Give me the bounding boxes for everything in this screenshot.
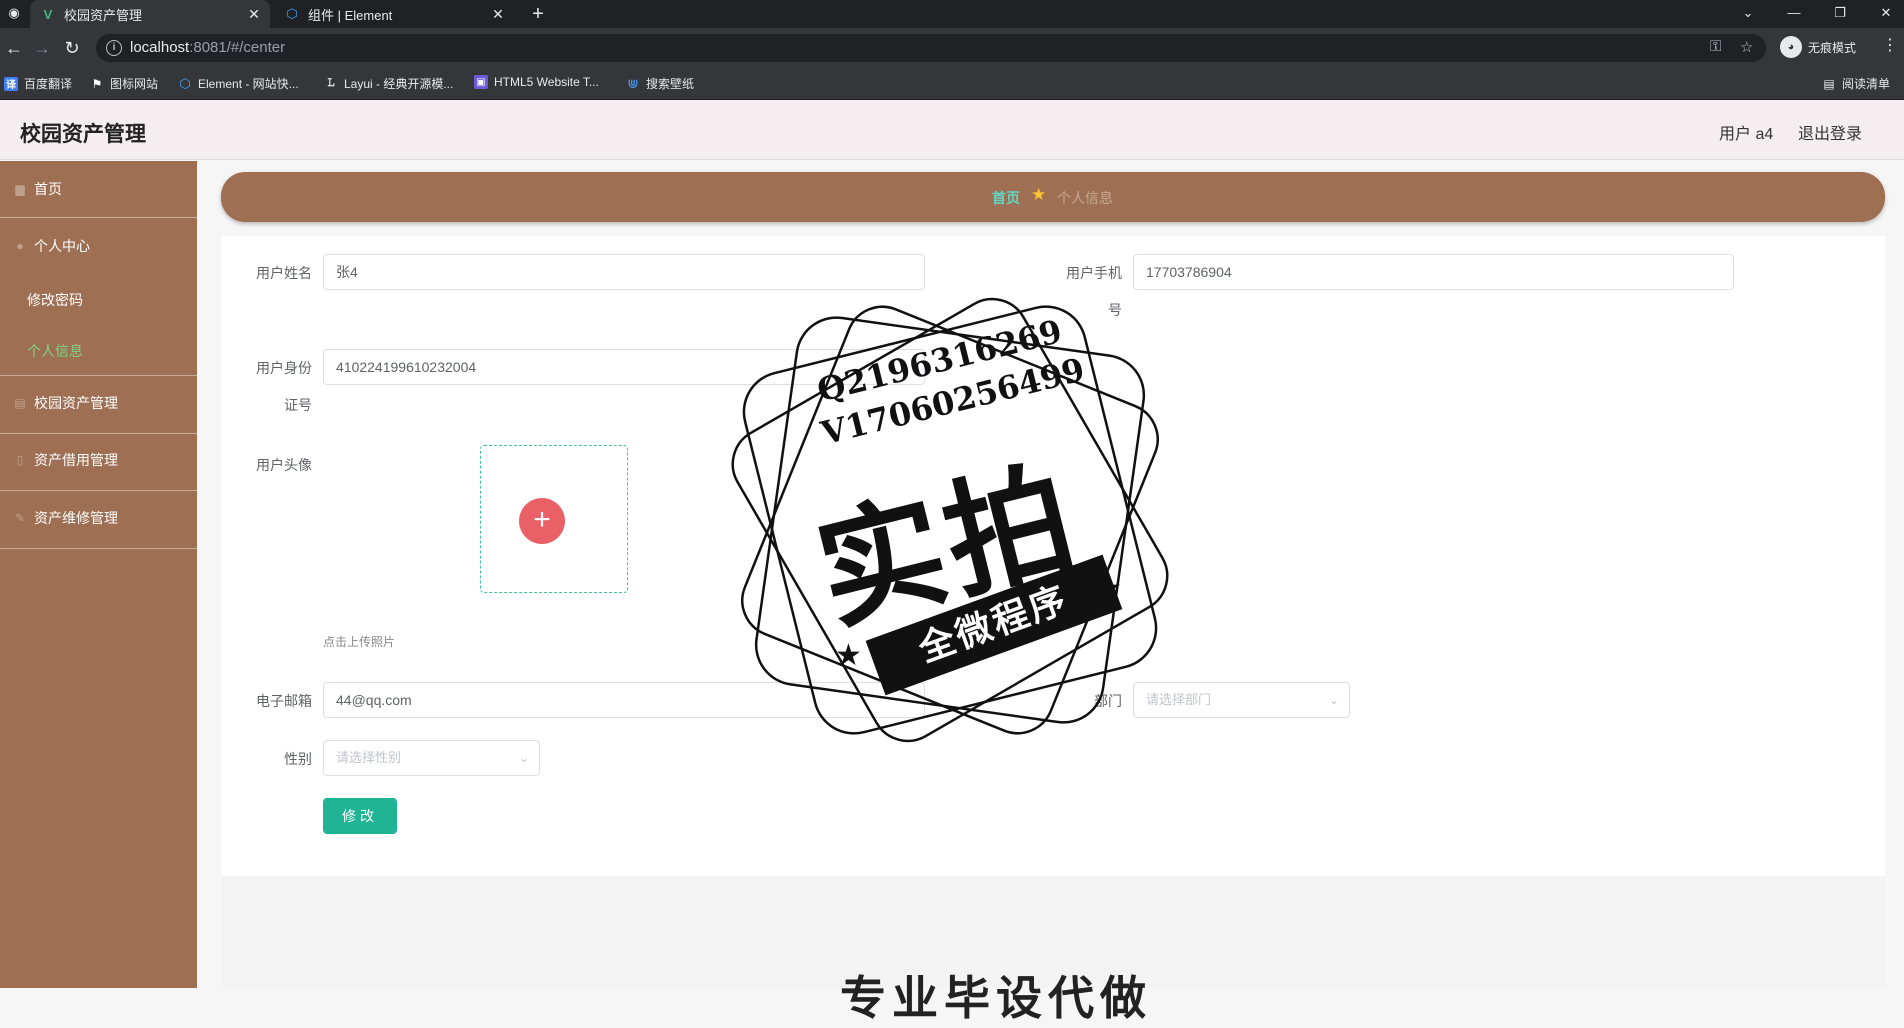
reading-list-icon: ▤ [1823, 76, 1835, 91]
tab-title: 校园资产管理 [64, 7, 143, 23]
new-tab-button[interactable]: + [526, 2, 550, 26]
footer-banner-text: 专业毕设代做 [840, 972, 1152, 1024]
incognito-indicator[interactable]: ◕ 无痕模式 [1780, 36, 1856, 58]
plus-icon: + [519, 498, 565, 544]
wallpaper-icon: ⋓ [627, 75, 639, 91]
current-user: 用户 a4 [1719, 126, 1774, 143]
logout-button[interactable]: 退出登录 [1798, 120, 1862, 144]
sidebar-item-label: 个人中心 [34, 238, 90, 254]
sidebar-divider [0, 217, 197, 218]
repair-icon: ✎ [14, 511, 26, 525]
gender-placeholder: 请选择性别 [336, 750, 402, 765]
user-icon: ● [16, 239, 24, 253]
bookmark-label: 百度翻译 [24, 77, 73, 91]
browser-tab-bar: ◉ V 校园资产管理 ✕ ⬡ 组件 | Element ✕ + ⌄ — ❐ ✕ [0, 0, 1904, 28]
bookmark-wallpaper[interactable]: ⋓ 搜索壁纸 [626, 75, 694, 92]
star-icon: ★ [1031, 185, 1047, 204]
tab-title: 组件 | Element [308, 7, 393, 23]
sidebar-divider [0, 375, 197, 376]
id-number-label: 用户身份 [256, 360, 312, 376]
restore-icon[interactable]: ❐ [1820, 0, 1860, 28]
element-icon: ⬡ [286, 6, 298, 21]
bookmark-baidu-translate[interactable]: 译 百度翻译 [4, 75, 72, 92]
sidebar: ▆ 首页 ● 个人中心 修改密码 个人信息 ▤ 校园资产管理 ▯ 资产借用管理 … [0, 161, 197, 988]
bookmark-html5[interactable]: ▣ HTML5 Website T... [474, 75, 599, 89]
star-icon[interactable]: ☆ [1740, 38, 1753, 56]
breadcrumb-home[interactable]: 首页 [992, 188, 1020, 208]
bookmark-label: Layui - 经典开源模... [344, 77, 454, 91]
url-host: localhost [130, 39, 190, 56]
upload-hint: 点击上传照片 [323, 635, 396, 649]
browser-menu-icon[interactable]: ◉ [0, 0, 28, 28]
vue-icon: V [43, 6, 53, 22]
bookmarks-bar: 译 百度翻译 ⚑ 图标网站 ⬡ Element - 网站快... 𝙻 Layui… [0, 68, 1904, 100]
sidebar-item-label: 资产维修管理 [34, 510, 118, 526]
reading-list-label: 阅读清单 [1842, 77, 1891, 91]
info-icon[interactable]: i [106, 40, 122, 56]
sidebar-item-label: 首页 [34, 181, 62, 197]
tab-campus-asset[interactable]: V 校园资产管理 ✕ [30, 0, 270, 28]
url-text: localhost:8081/#/center [130, 39, 285, 56]
bookmark-element[interactable]: ⬡ Element - 网站快... [178, 75, 299, 92]
bookmark-icon-site[interactable]: ⚑ 图标网站 [90, 75, 158, 92]
avatar-label: 用户头像 [256, 457, 312, 473]
sidebar-divider [0, 490, 197, 491]
sidebar-divider [0, 433, 197, 434]
reload-icon[interactable]: ↻ [58, 34, 86, 62]
tab-search-icon[interactable]: ⌄ [1728, 0, 1768, 28]
sidebar-item-home[interactable]: ▆ 首页 [0, 177, 197, 201]
sidebar-item-label: 资产借用管理 [34, 452, 118, 468]
id-number-label-cont: 证号 [284, 397, 312, 413]
sidebar-divider [0, 548, 197, 549]
bookmark-layui[interactable]: 𝙻 Layui - 经典开源模... [324, 75, 453, 92]
forward-icon[interactable]: → [28, 34, 56, 62]
sidebar-item-personal-info[interactable]: 个人信息 [27, 341, 83, 361]
sidebar-item-change-password[interactable]: 修改密码 [27, 290, 83, 310]
borrow-icon: ▯ [16, 453, 24, 467]
bookmark-label: 图标网站 [110, 77, 159, 91]
close-icon[interactable]: ✕ [244, 6, 264, 23]
bookmark-label: 搜索壁纸 [646, 77, 695, 91]
tab-element[interactable]: ⬡ 组件 | Element ✕ [274, 0, 514, 28]
sidebar-item-repair-management[interactable]: ✎ 资产维修管理 [0, 506, 197, 530]
window-close-icon[interactable]: ✕ [1866, 0, 1904, 28]
gender-select[interactable]: 请选择性别 ⌄ [323, 740, 540, 776]
bookmark-label: HTML5 Website T... [494, 75, 599, 89]
more-menu-icon[interactable]: ⋮ [1882, 35, 1898, 55]
back-icon[interactable]: ← [0, 34, 28, 62]
chevron-down-icon: ⌄ [518, 751, 529, 765]
email-label: 电子邮箱 [256, 693, 312, 709]
address-bar: ← → ↻ i localhost:8081/#/center ⚿ ☆ ◕ 无痕… [0, 28, 1904, 68]
incognito-label: 无痕模式 [1808, 40, 1857, 55]
breadcrumb: 首页 ★ 个人信息 [221, 172, 1885, 222]
html5-icon: ▣ [474, 75, 488, 89]
element-icon: ⬡ [179, 75, 191, 91]
sidebar-item-borrow-management[interactable]: ▯ 资产借用管理 [0, 448, 197, 472]
layui-icon: 𝙻 [327, 77, 335, 89]
sidebar-item-personal-center[interactable]: ● 个人中心 [0, 234, 197, 258]
incognito-icon: ◕ [1780, 36, 1802, 58]
sidebar-item-asset-management[interactable]: ▤ 校园资产管理 [0, 391, 197, 415]
url-path: :8081/#/center [189, 39, 286, 56]
sidebar-item-label: 校园资产管理 [34, 395, 118, 411]
submit-button[interactable]: 修改 [323, 798, 397, 834]
breadcrumb-current: 个人信息 [1057, 190, 1113, 206]
phone-input[interactable]: 17703786904 [1133, 254, 1734, 290]
chevron-down-icon: ⌄ [1328, 693, 1339, 707]
url-input[interactable]: i localhost:8081/#/center ⚿ ☆ [96, 34, 1766, 62]
reading-list[interactable]: ▤ 阅读清单 [1822, 75, 1890, 92]
app-title: 校园资产管理 [20, 123, 146, 146]
flag-icon: ⚑ [91, 76, 103, 91]
close-icon[interactable]: ✕ [488, 6, 508, 23]
asset-icon: ▤ [14, 396, 26, 410]
translate-icon: 译 [4, 76, 18, 91]
home-icon: ▆ [15, 182, 25, 196]
app-header: 校园资产管理 用户 a4 退出登录 [0, 100, 1904, 160]
name-label: 用户姓名 [256, 265, 312, 281]
minimize-icon[interactable]: — [1774, 0, 1814, 28]
key-icon[interactable]: ⚿ [1710, 38, 1721, 55]
gender-label: 性别 [284, 751, 312, 767]
avatar-upload[interactable]: + [480, 445, 628, 593]
bookmark-label: Element - 网站快... [198, 77, 299, 91]
